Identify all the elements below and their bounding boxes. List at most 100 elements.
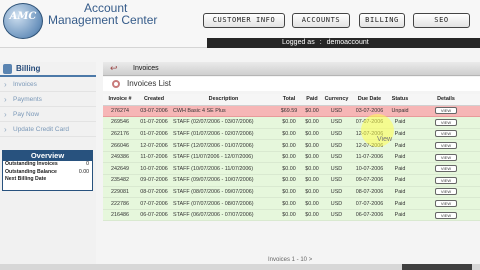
paid-cell: $0.00 [302,197,322,210]
invoices-table: Invoice # Created Description Total Paid… [103,94,480,222]
nav-customer-info-button[interactable]: CUSTOMER INFO [203,13,285,28]
currency-cell: USD [322,139,351,152]
view-invoice-button[interactable]: VIEW [435,176,457,184]
created-date-cell: 08-07-2006 [137,186,171,199]
overview-label: Outstanding Balance [5,168,57,175]
status-cell: Paid [388,209,412,222]
logo-text: AMC [9,11,37,22]
overview-value: 0 [86,161,89,167]
description-cell: STAFF (10/07/2006 - 11/07/2006) [171,162,276,176]
invoice-number-cell: 229081 [103,186,137,199]
nav-accounts-button[interactable]: ACCOUNTS [292,13,350,28]
description-cell: STAFF (06/07/2006 - 07/07/2006) [171,209,276,222]
table-row[interactable]: 222786 07-07-2006 STAFF (07/07/2006 - 08/0… [103,197,480,210]
due-date-cell: 08-07-2006 [351,186,388,199]
created-date-cell: 11-07-2006 [137,151,171,164]
currency-cell: USD [322,186,351,199]
view-invoice-button[interactable]: VIEW [435,130,457,138]
total-cell: $0.00 [276,162,302,176]
column-header[interactable]: Paid [302,94,322,106]
paid-cell: $0.00 [302,151,322,164]
table-row[interactable]: 242649 10-07-2006 STAFF (10/07/2006 - 11/0… [103,162,480,176]
view-invoice-button[interactable]: VIEW [435,200,457,208]
currency-cell: USD [322,151,351,164]
column-header[interactable]: Invoice # [103,94,137,106]
details-cell: VIEW [412,174,480,187]
column-header[interactable]: Description [171,94,276,106]
table-row[interactable]: 262176 01-07-2006 STAFF (01/07/2006 - 02/0… [103,128,480,141]
pagination[interactable]: Invoices 1 - 10 > [268,257,312,263]
overview-label: Next Billing Date [5,176,47,182]
table-row[interactable]: 235482 09-07-2006 STAFF (09/07/2006 - 10/0… [103,174,480,187]
view-invoice-button[interactable]: VIEW [435,211,457,219]
view-invoice-button[interactable]: VIEW [435,142,457,150]
currency-cell: USD [322,197,351,210]
status-cell: Paid [388,174,412,187]
details-cell: VIEW [412,209,480,222]
table-row[interactable]: 266046 12-07-2006 STAFF (12/07/2006 - 01/0… [103,139,480,152]
status-cell: Paid [388,162,412,176]
header: AMC Account Management Center CUSTOMER I… [0,0,480,48]
overview-row: Outstanding Balance 0.00 [3,169,92,177]
view-invoice-button[interactable]: VIEW [435,118,457,126]
status-cell: Paid [388,186,412,199]
created-date-cell: 03-07-2006 [137,105,171,118]
nav-billing-button[interactable]: BILLING [359,13,405,28]
view-invoice-button[interactable]: VIEW [435,165,457,173]
view-invoice-button[interactable]: VIEW [435,107,457,115]
horizontal-scrollbar[interactable] [402,264,472,270]
total-cell: $69.59 [276,105,302,118]
login-user: demoaccount [326,39,369,46]
column-header[interactable]: Currency [322,94,351,106]
description-cell: CWH Basic 4 SE Plus [171,105,276,118]
description-cell: STAFF (11/07/2006 - 12/07/2006) [171,151,276,164]
status-cell: Paid [388,151,412,164]
nav-seo-button[interactable]: SEO [413,13,470,28]
created-date-cell: 01-07-2006 [137,128,171,141]
table-row[interactable]: 276274 03-07-2006 CWH Basic 4 SE Plus $69.5… [103,105,480,118]
invoice-number-cell: 216486 [103,209,137,222]
table-row[interactable]: 216486 06-07-2006 STAFF (06/07/2006 - 07/0… [103,209,480,222]
tab-invoices[interactable]: Invoices [133,65,159,72]
table-row[interactable]: 249386 11-07-2006 STAFF (11/07/2006 - 12/0… [103,151,480,164]
created-date-cell: 09-07-2006 [137,174,171,187]
overview-row: Next Billing Date [3,176,92,184]
invoices-table-body: 276274 03-07-2006 CWH Basic 4 SE Plus $69.5… [103,105,480,222]
details-cell: VIEW [412,162,480,176]
status-cell: Unpaid [388,105,412,118]
paid-cell: $0.00 [302,139,322,152]
sidebar-item-pay-now[interactable]: Pay Now [0,107,96,122]
invoices-list-header: Invoices List [103,77,480,91]
column-header[interactable]: Total [276,94,302,106]
currency-cell: USD [322,128,351,141]
total-cell: $0.00 [276,186,302,199]
table-row[interactable]: 269546 01-07-2006 STAFF (02/07/2006 - 03/0… [103,116,480,129]
details-cell: VIEW [412,116,480,129]
invoice-number-cell: 269546 [103,116,137,129]
created-date-cell: 12-07-2006 [137,139,171,152]
app-title-line-2: Management Center [48,13,158,27]
sidebar-item-payments[interactable]: Payments [0,92,96,107]
invoice-number-cell: 262176 [103,128,137,141]
paid-cell: $0.00 [302,174,322,187]
list-icon [112,80,120,88]
currency-cell: USD [322,116,351,129]
sidebar-heading: Billing [0,62,96,77]
invoice-number-cell: 242649 [103,162,137,176]
column-header[interactable]: Details [412,94,480,106]
column-header[interactable]: Status [388,94,412,106]
view-invoice-button[interactable]: VIEW [435,153,457,161]
view-invoice-button[interactable]: VIEW [435,188,457,196]
currency-cell: USD [322,174,351,187]
description-cell: STAFF (07/07/2006 - 08/07/2006) [171,197,276,210]
column-header[interactable]: Created [137,94,171,106]
sidebar-item-update-credit-card[interactable]: Update Credit Card [0,122,96,137]
total-cell: $0.00 [276,197,302,210]
status-cell: Paid [388,197,412,210]
paid-cell: $0.00 [302,116,322,129]
column-header[interactable]: Due Date [351,94,388,106]
table-row[interactable]: 229081 08-07-2006 STAFF (08/07/2006 - 09/0… [103,186,480,199]
sidebar-item-invoices[interactable]: Invoices [0,77,96,92]
details-cell: VIEW [412,105,480,118]
invoices-tab-bar: ↩ Invoices [103,62,480,76]
